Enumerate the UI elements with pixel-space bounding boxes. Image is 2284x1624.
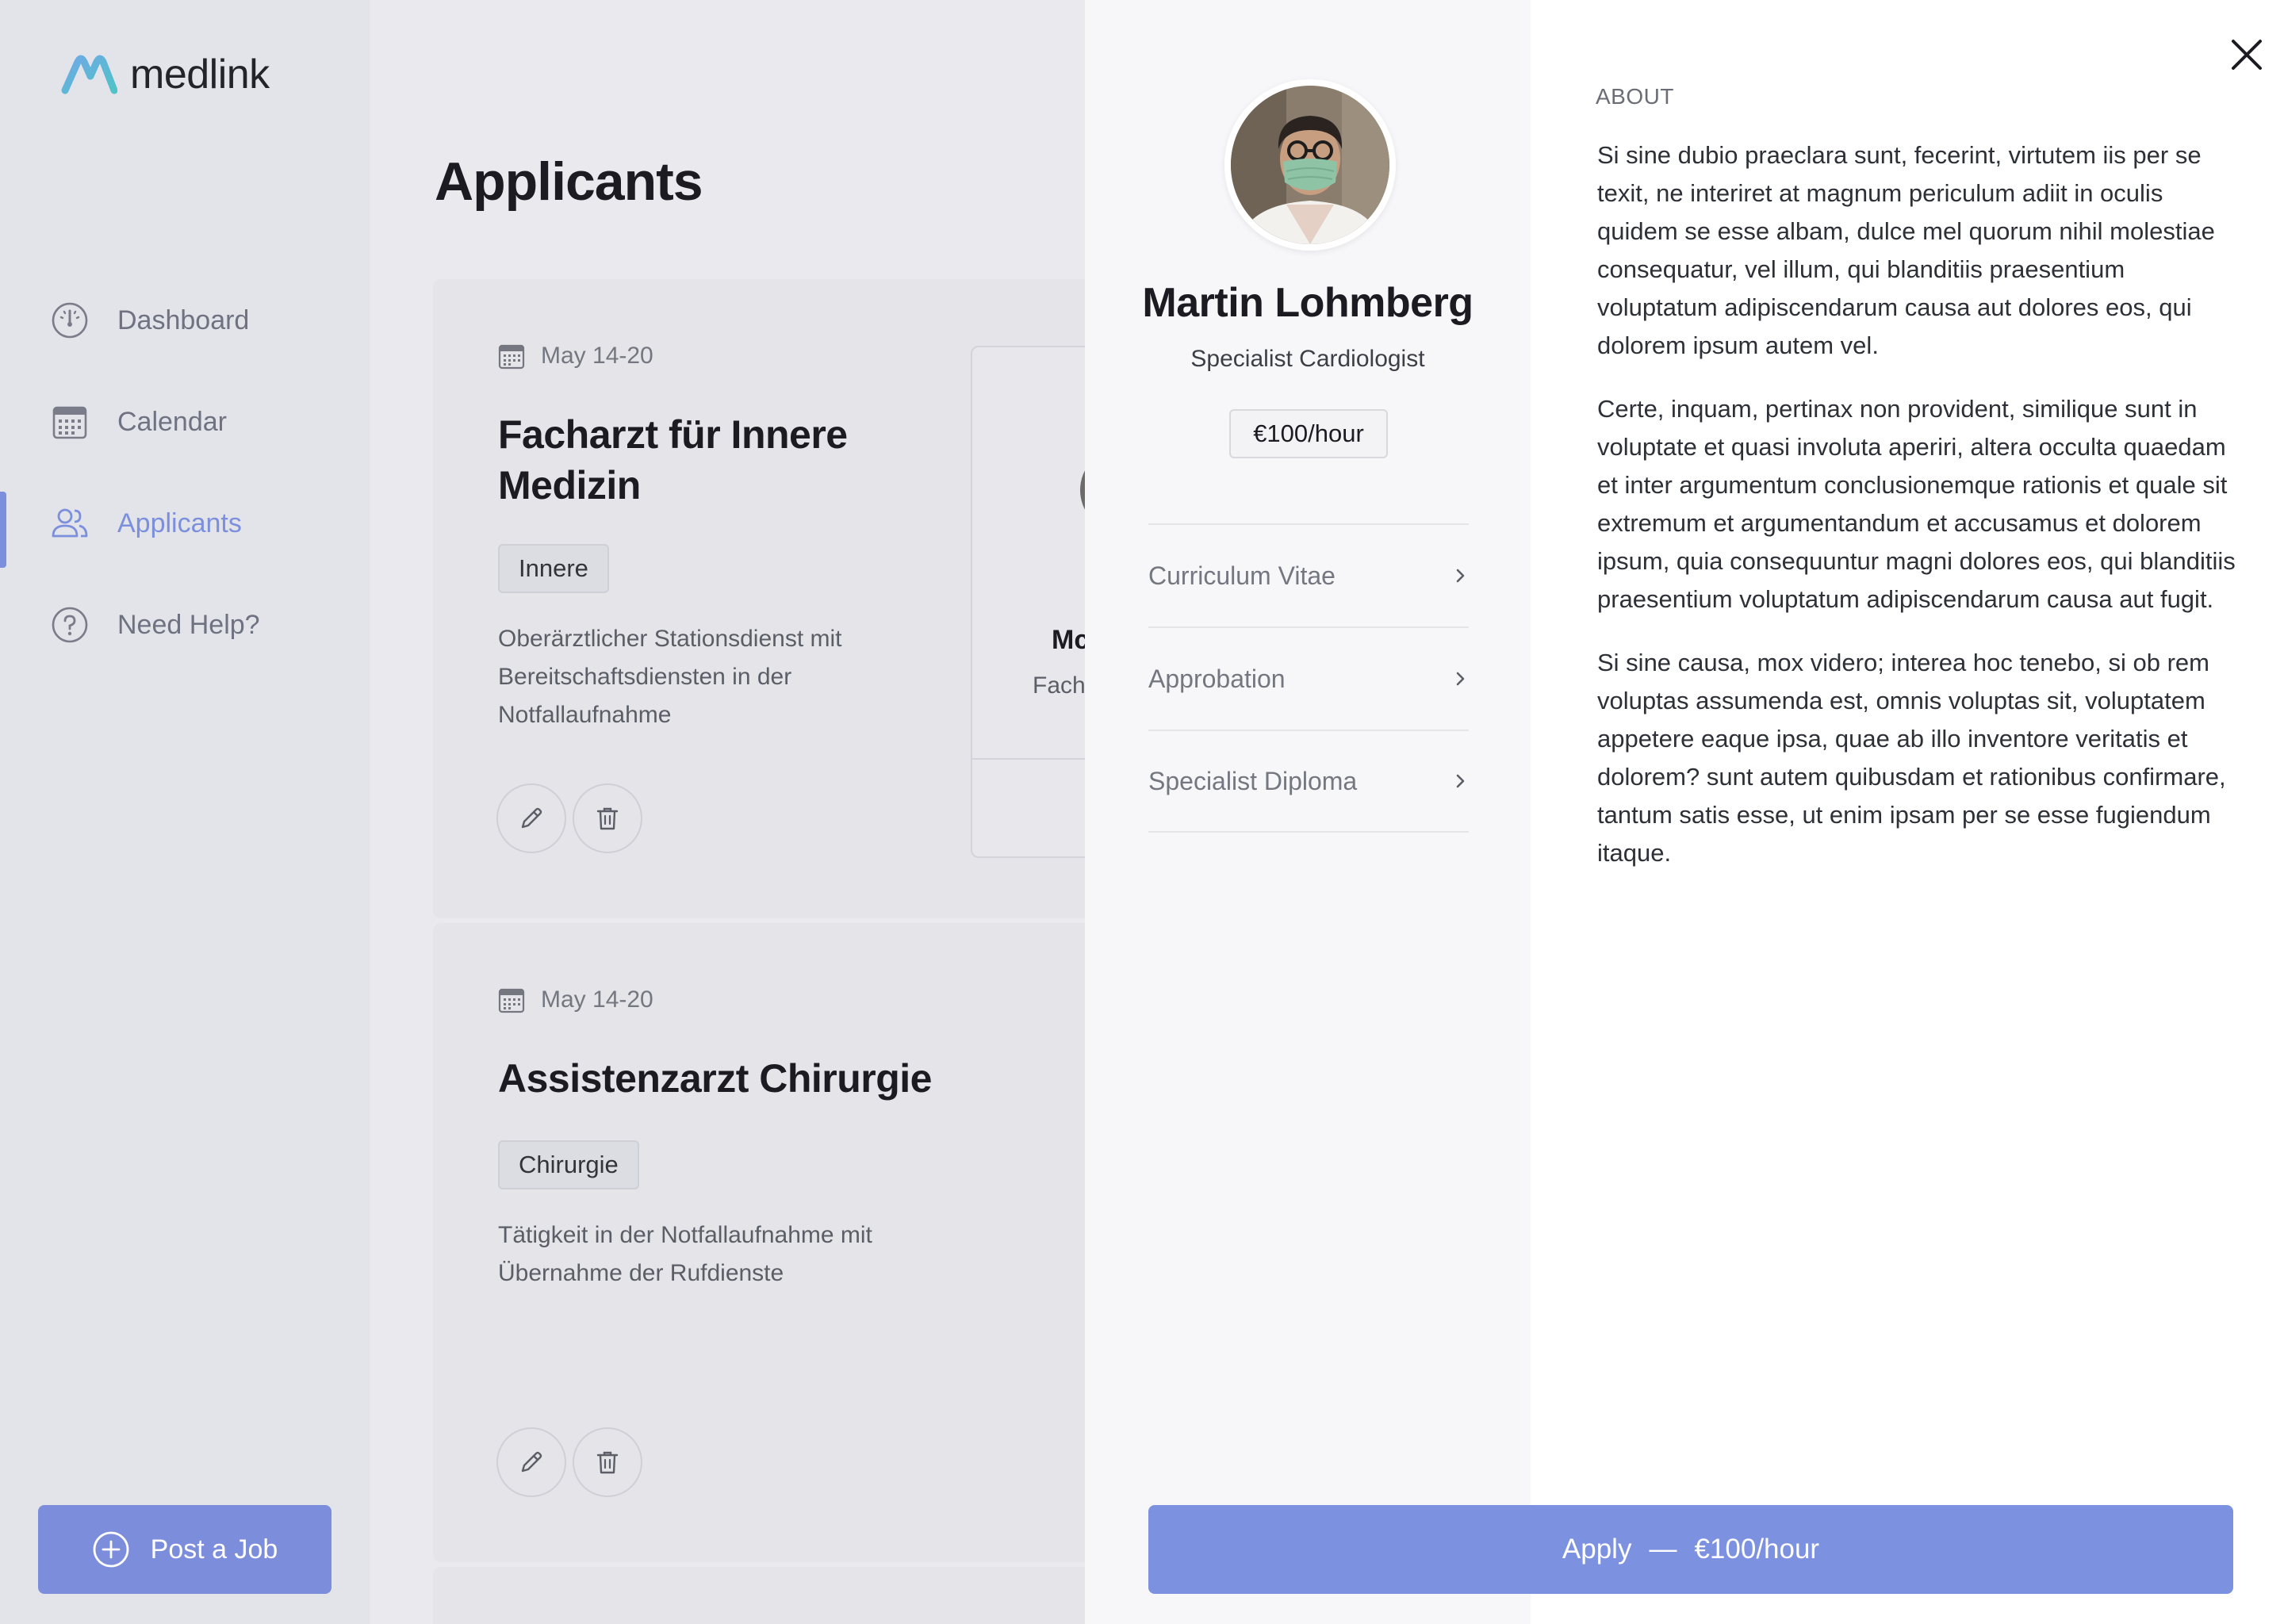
logo[interactable]: medlink bbox=[60, 51, 270, 98]
applicant-name: Martin Lohmberg bbox=[1142, 280, 1473, 326]
applicant-role: Fach bbox=[1033, 672, 1086, 699]
close-icon bbox=[2232, 40, 2262, 70]
apply-rate: €100/hour bbox=[1694, 1534, 1820, 1565]
job-card[interactable] bbox=[433, 1567, 1147, 1624]
applicant-profile-panel: Martin Lohmberg Specialist Cardiologist … bbox=[1085, 0, 1531, 1624]
about-text: Si sine dubio praeclara sunt, fecerint, … bbox=[1597, 136, 2246, 898]
sidebar-item-label: Calendar bbox=[117, 406, 227, 437]
job-date-text: May 14-20 bbox=[541, 343, 653, 369]
dashboard-icon bbox=[51, 301, 89, 339]
job-date-text: May 14-20 bbox=[541, 986, 653, 1013]
close-button[interactable] bbox=[2225, 33, 2268, 76]
plus-circle-icon bbox=[93, 1531, 129, 1568]
job-card[interactable]: May 14-20 Assistenzarzt Chirurgie Chirur… bbox=[433, 923, 1147, 1562]
main-content: Applicants May 14-20 Facharzt für Innere… bbox=[370, 0, 1177, 1624]
job-tag: Chirurgie bbox=[498, 1140, 639, 1189]
document-item-specialist-diploma[interactable]: Specialist Diploma bbox=[1148, 730, 1469, 833]
delete-button[interactable] bbox=[573, 783, 642, 853]
sidebar-nav: Dashboard Calendar Applicants Need Help? bbox=[0, 270, 370, 676]
document-item-curriculum-vitae[interactable]: Curriculum Vitae bbox=[1148, 523, 1469, 626]
post-job-label: Post a Job bbox=[150, 1534, 278, 1565]
sidebar-item-applicants[interactable]: Applicants bbox=[0, 473, 370, 574]
document-label: Approbation bbox=[1148, 664, 1286, 693]
chevron-right-icon bbox=[1456, 672, 1465, 686]
doctor-photo bbox=[1231, 86, 1389, 244]
pencil-icon bbox=[521, 807, 542, 829]
about-paragraph: Si sine dubio praeclara sunt, fecerint, … bbox=[1597, 141, 2215, 359]
document-list: Curriculum Vitae Approbation Specialist … bbox=[1148, 523, 1469, 833]
medlink-logo-icon bbox=[61, 55, 117, 94]
calendar-icon bbox=[51, 403, 89, 441]
about-paragraph: Si sine causa, mox videro; interea hoc t… bbox=[1597, 649, 2226, 867]
job-description: Oberärztlicher Stationsdienst mit Bereit… bbox=[498, 626, 842, 728]
calendar-small-icon bbox=[498, 988, 525, 1013]
applicant-role: Specialist Cardiologist bbox=[1190, 346, 1425, 372]
apply-button[interactable]: Apply — €100/hour bbox=[1148, 1505, 2233, 1594]
about-paragraph: Certe, inquam, pertinax non provident, s… bbox=[1597, 395, 2236, 613]
chevron-right-icon bbox=[1456, 774, 1465, 788]
document-label: Curriculum Vitae bbox=[1148, 561, 1336, 590]
logo-text: medlink bbox=[130, 52, 270, 98]
about-heading: ABOUT bbox=[1596, 84, 1674, 109]
sidebar-item-label: Dashboard bbox=[117, 304, 250, 335]
job-description: Tätigkeit in der Notfallaufnahme mit Übe… bbox=[498, 1222, 872, 1286]
sidebar: medlink Dashboard Calendar Applicants Ne… bbox=[0, 0, 370, 1624]
calendar-small-icon bbox=[498, 344, 525, 370]
sidebar-item-dashboard[interactable]: Dashboard bbox=[0, 270, 370, 371]
rate-badge: €100/hour bbox=[1229, 409, 1388, 458]
document-label: Specialist Diploma bbox=[1148, 766, 1358, 795]
job-title: Assistenzarzt Chirurgie bbox=[498, 1056, 932, 1101]
job-card[interactable]: May 14-20 Facharzt für Innere Medizin In… bbox=[433, 279, 1177, 918]
help-icon bbox=[51, 606, 89, 644]
applicant-name: Mc bbox=[1052, 625, 1090, 655]
job-date: May 14-20 bbox=[498, 986, 653, 1013]
page-title: Applicants bbox=[435, 151, 703, 212]
job-title: Facharzt für Innere Medizin bbox=[498, 412, 848, 508]
trash-icon bbox=[596, 807, 619, 830]
pencil-icon bbox=[521, 1451, 542, 1473]
delete-button[interactable] bbox=[573, 1427, 642, 1497]
avatar bbox=[1224, 79, 1396, 251]
apply-label: Apply bbox=[1562, 1534, 1632, 1565]
users-icon bbox=[51, 504, 89, 542]
sidebar-item-label: Applicants bbox=[117, 508, 242, 538]
sidebar-item-need-help[interactable]: Need Help? bbox=[0, 574, 370, 676]
edit-button[interactable] bbox=[496, 783, 566, 853]
about-panel: ABOUT Si sine dubio praeclara sunt, fece… bbox=[1531, 0, 2284, 1624]
edit-button[interactable] bbox=[496, 1427, 566, 1497]
post-job-button[interactable]: Post a Job bbox=[38, 1505, 331, 1594]
chevron-right-icon bbox=[1456, 569, 1465, 583]
apply-separator: — bbox=[1649, 1534, 1677, 1565]
job-tag: Innere bbox=[498, 544, 609, 593]
document-item-approbation[interactable]: Approbation bbox=[1148, 626, 1469, 730]
sidebar-item-calendar[interactable]: Calendar bbox=[0, 371, 370, 473]
sidebar-item-label: Need Help? bbox=[117, 609, 260, 640]
job-date: May 14-20 bbox=[498, 343, 653, 370]
trash-icon bbox=[596, 1451, 619, 1474]
